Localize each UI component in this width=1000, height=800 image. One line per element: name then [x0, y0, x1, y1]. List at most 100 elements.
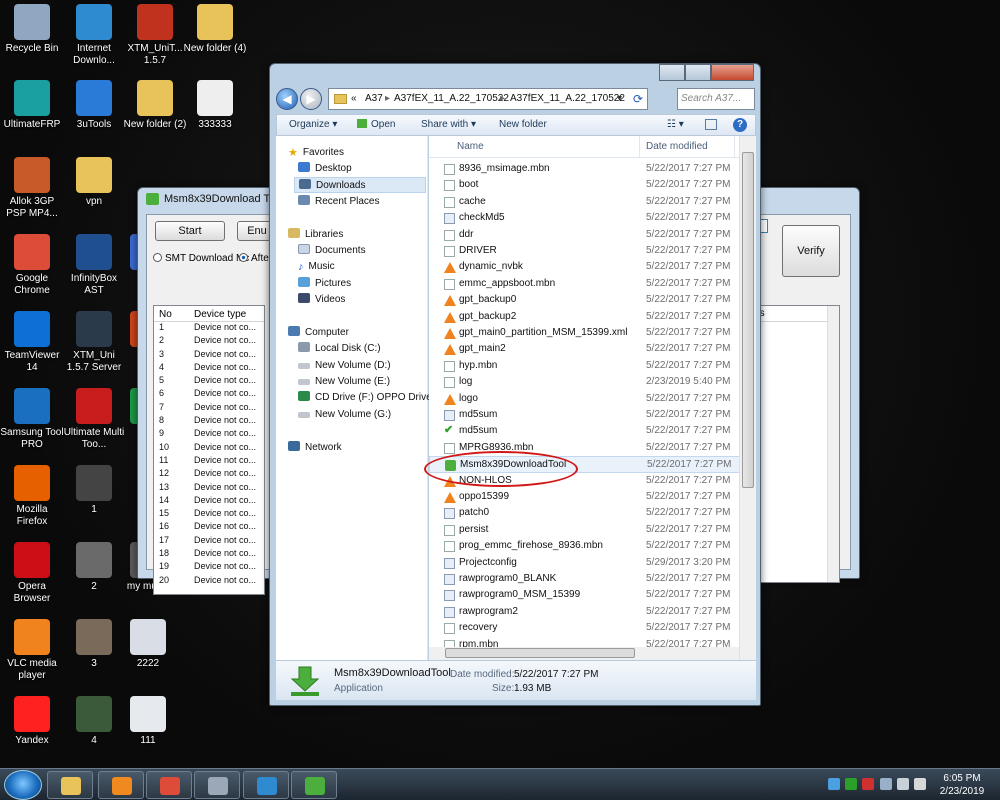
- device-row[interactable]: 12 Device not co...: [154, 468, 264, 481]
- desktop-icon-item[interactable]: Samsung Tool PRO: [0, 388, 64, 451]
- address-dropdown-icon[interactable]: ▾: [617, 93, 622, 104]
- file-row[interactable]: patch05/22/2017 7:27 PMX: [429, 505, 749, 521]
- file-row[interactable]: rawprogram0_MSM_153995/22/2017 7:27 PMX: [429, 587, 749, 603]
- device-row[interactable]: 17 Device not co...: [154, 535, 264, 548]
- file-row[interactable]: recovery5/22/2017 7:27 PMM: [429, 620, 749, 636]
- nav-volume-d[interactable]: New Volume (D:): [298, 358, 391, 374]
- horizontal-scrollbar[interactable]: [429, 647, 739, 660]
- breadcrumb-overflow[interactable]: «: [351, 93, 357, 104]
- device-row[interactable]: 13 Device not co...: [154, 482, 264, 495]
- device-row[interactable]: 9 Device not co...: [154, 428, 264, 441]
- desktop-icon-item[interactable]: VLC media player: [0, 619, 64, 682]
- desktop-icon-item[interactable]: vpn: [62, 157, 126, 208]
- file-row[interactable]: md5sum5/22/2017 7:27 PMA: [429, 407, 749, 423]
- device-row[interactable]: 16 Device not co...: [154, 521, 264, 534]
- file-row[interactable]: persist5/22/2017 7:27 PMD: [429, 522, 749, 538]
- smt-download-radio[interactable]: SMT Download Mc: [153, 253, 249, 264]
- open-button[interactable]: Open: [357, 119, 395, 130]
- nav-cd-drive-f[interactable]: CD Drive (F:) OPPO Driver: [298, 390, 435, 406]
- file-row[interactable]: DRIVER5/22/2017 7:27 PMM: [429, 243, 749, 259]
- device-list[interactable]: No Device type 1 Device not co... 2 Device …: [153, 305, 265, 595]
- organize-button[interactable]: Organize ▾: [289, 119, 337, 130]
- desktop-icon-item[interactable]: UltimateFRP: [0, 80, 64, 131]
- device-row[interactable]: 5 Device not co...: [154, 375, 264, 388]
- file-row[interactable]: rawprogram25/22/2017 7:27 PMX: [429, 604, 749, 620]
- desktop-icon-item[interactable]: 333333: [183, 80, 247, 131]
- view-options-icon[interactable]: ☷ ▾: [667, 119, 684, 130]
- nav-libraries[interactable]: Libraries: [288, 227, 343, 243]
- device-row[interactable]: 10 Device not co...: [154, 442, 264, 455]
- breadcrumb-item-parent[interactable]: A37fEX_11_A.22_170522: [394, 93, 509, 104]
- file-row[interactable]: ✔md5sum5/22/2017 7:27 PMV: [429, 423, 749, 439]
- device-row[interactable]: 2 Device not co...: [154, 335, 264, 348]
- taskbar-button[interactable]: [146, 771, 192, 799]
- tray-icon[interactable]: [828, 778, 840, 790]
- nav-computer[interactable]: Computer: [288, 325, 349, 341]
- minimize-button[interactable]: [659, 64, 685, 81]
- forward-arrow-icon[interactable]: ▶: [300, 88, 322, 110]
- nav-desktop[interactable]: Desktop: [298, 161, 352, 177]
- nav-music[interactable]: ♪ Music: [298, 259, 335, 275]
- nav-local-disk-c[interactable]: Local Disk (C:): [298, 341, 381, 357]
- start-button[interactable]: Start: [155, 221, 225, 241]
- back-arrow-icon[interactable]: ◀: [276, 88, 298, 110]
- nav-videos[interactable]: Videos: [298, 292, 345, 308]
- file-row[interactable]: gpt_backup25/22/2017 7:27 PMV: [429, 309, 749, 325]
- desktop-icon-item[interactable]: Mozilla Firefox: [0, 465, 64, 528]
- search-input[interactable]: Search A37...: [677, 88, 755, 110]
- device-row[interactable]: 15 Device not co...: [154, 508, 264, 521]
- share-with-button[interactable]: Share with ▾: [421, 119, 476, 130]
- device-row[interactable]: 4 Device not co...: [154, 362, 264, 375]
- col-header-date[interactable]: Date modified: [646, 141, 708, 152]
- address-bar[interactable]: « A37 ▸ A37fEX_11_A.22_170522 ▸ A37fEX_1…: [328, 88, 648, 110]
- taskbar-button[interactable]: [47, 771, 93, 799]
- maximize-button[interactable]: [685, 64, 711, 81]
- device-row[interactable]: 18 Device not co...: [154, 548, 264, 561]
- start-button[interactable]: [4, 770, 42, 800]
- device-row[interactable]: 1 Device not co...: [154, 322, 264, 335]
- help-icon[interactable]: ?: [733, 118, 747, 132]
- nav-recent-places[interactable]: Recent Places: [298, 194, 379, 210]
- verify-button[interactable]: Verify: [782, 225, 840, 277]
- refresh-icon[interactable]: ⟳: [630, 91, 646, 107]
- desktop-icon-item[interactable]: Allok 3GP PSP MP4...: [0, 157, 64, 220]
- taskbar-button[interactable]: [98, 771, 144, 799]
- file-row[interactable]: logo5/22/2017 7:27 PMV: [429, 391, 749, 407]
- nav-volume-e[interactable]: New Volume (E:): [298, 374, 390, 390]
- desktop-icon-item[interactable]: New folder (2): [123, 80, 187, 131]
- desktop-icon-item[interactable]: Opera Browser: [0, 542, 64, 605]
- file-row[interactable]: boot5/22/2017 7:27 PMM: [429, 177, 749, 193]
- nav-favorites[interactable]: ★ Favorites: [288, 145, 344, 161]
- file-row[interactable]: emmc_appsboot.mbn5/22/2017 7:27 PMM: [429, 276, 749, 292]
- tray-icon[interactable]: [845, 778, 857, 790]
- device-row[interactable]: 3 Device not co...: [154, 349, 264, 362]
- taskbar-button[interactable]: [291, 771, 337, 799]
- nav-network[interactable]: Network: [288, 440, 342, 456]
- nav-volume-g[interactable]: New Volume (G:): [298, 407, 391, 423]
- file-list[interactable]: Name Date modified T 8936_msimage.mbn 5/2…: [429, 136, 749, 660]
- nav-pictures[interactable]: Pictures: [298, 276, 351, 292]
- device-row[interactable]: 7 Device not co...: [154, 402, 264, 415]
- device-row[interactable]: 19 Device not co...: [154, 561, 264, 574]
- nav-documents[interactable]: Documents: [298, 243, 366, 259]
- scroll-thumb[interactable]: [742, 152, 754, 488]
- file-row[interactable]: checkMd55/22/2017 7:27 PMV: [429, 210, 749, 226]
- file-row[interactable]: dynamic_nvbk5/22/2017 7:27 PMV: [429, 259, 749, 275]
- desktop-icon-item[interactable]: XTM_UniT... 1.5.7: [123, 4, 187, 67]
- nav-downloads[interactable]: Downloads: [294, 177, 426, 193]
- desktop-icon-item[interactable]: Google Chrome: [0, 234, 64, 297]
- tray-icon[interactable]: [862, 778, 874, 790]
- taskbar-button[interactable]: [243, 771, 289, 799]
- breadcrumb-item-a37[interactable]: A37: [365, 93, 383, 104]
- file-row[interactable]: gpt_backup05/22/2017 7:27 PMV: [429, 292, 749, 308]
- desktop-icon-item[interactable]: New folder (4): [183, 4, 247, 55]
- file-row[interactable]: Projectconfig5/29/2017 3:20 PMX: [429, 555, 749, 571]
- new-folder-button[interactable]: New folder: [499, 119, 547, 130]
- after-radio[interactable]: Afte: [239, 253, 269, 264]
- file-row[interactable]: hyp.mbn5/22/2017 7:27 PMM: [429, 358, 749, 374]
- system-clock[interactable]: 6:05 PM 2/23/2019: [932, 772, 992, 798]
- file-row[interactable]: gpt_main25/22/2017 7:27 PMV: [429, 341, 749, 357]
- desktop-icon-item[interactable]: 111: [116, 696, 180, 747]
- file-row[interactable]: cache5/22/2017 7:27 PMM: [429, 194, 749, 210]
- desktop-icon-item[interactable]: 3uTools: [62, 80, 126, 131]
